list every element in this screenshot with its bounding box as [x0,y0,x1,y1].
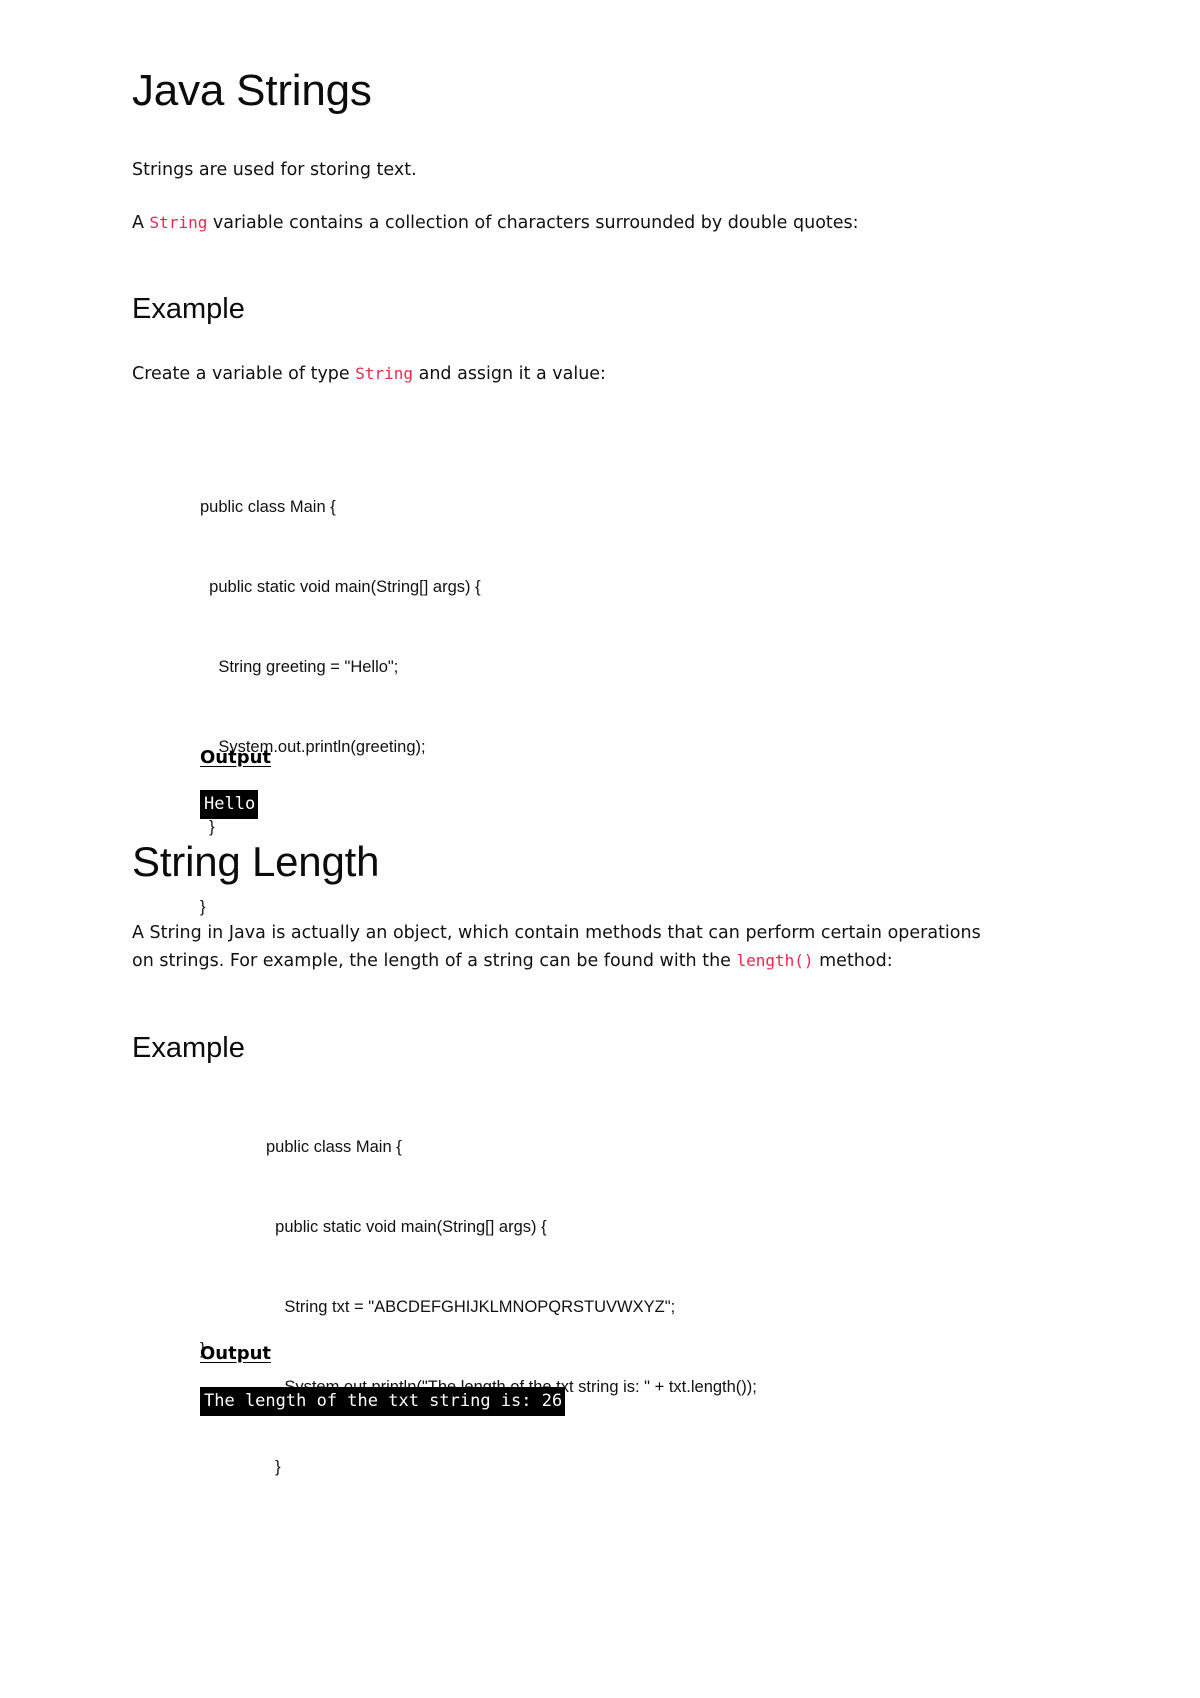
definition-text-before: A [132,213,150,233]
intro-paragraph: Strings are used for storing text. [132,160,417,180]
code-line: public class Main { [200,498,336,516]
inline-code-string-2: String [355,364,414,383]
example-1-desc-before: Create a variable of type [132,364,356,384]
example-heading-2: Example [132,1032,245,1064]
code-block-2: public class Main { public static void m… [266,1088,757,1526]
output-value-1: Hello [200,790,259,819]
output-label-1: Output [200,747,272,768]
code-line: public static void main(String[] args) { [200,578,481,596]
example-1-desc-after: and assign it a value: [413,364,606,384]
definition-paragraph: A String variable contains a collection … [132,209,952,237]
code-line: public static void main(String[] args) { [266,1218,547,1236]
example-heading-1: Example [132,293,245,325]
string-length-paragraph: A String in Java is actually an object, … [132,920,992,975]
code-line: public class Main { [266,1138,402,1156]
string-length-line-3-before: be found with the [576,951,737,971]
page-title: Java Strings [132,66,372,115]
inline-code-string: String [149,213,208,232]
definition-text-after: variable contains a collection of charac… [207,213,859,233]
inline-code-length: length() [736,951,814,970]
output-label-2: Output [200,1343,272,1364]
section-heading-string-length: String Length [132,838,380,885]
code-line: String greeting = "Hello"; [200,658,399,676]
code-block-1: public class Main { public static void m… [200,448,481,966]
string-length-line-1: A String in Java is actually an object, … [132,923,740,943]
code-line: String txt = "ABCDEFGHIJKLMNOPQRSTUVWXYZ… [266,1298,676,1316]
string-length-line-3-after: method: [813,951,893,971]
code-line: } [266,1458,281,1476]
example-1-description: Create a variable of type String and ass… [132,360,892,388]
output-value-2: The length of the txt string is: 26 [200,1387,566,1416]
document-page: Java Strings Strings are used for storin… [0,0,1200,1698]
